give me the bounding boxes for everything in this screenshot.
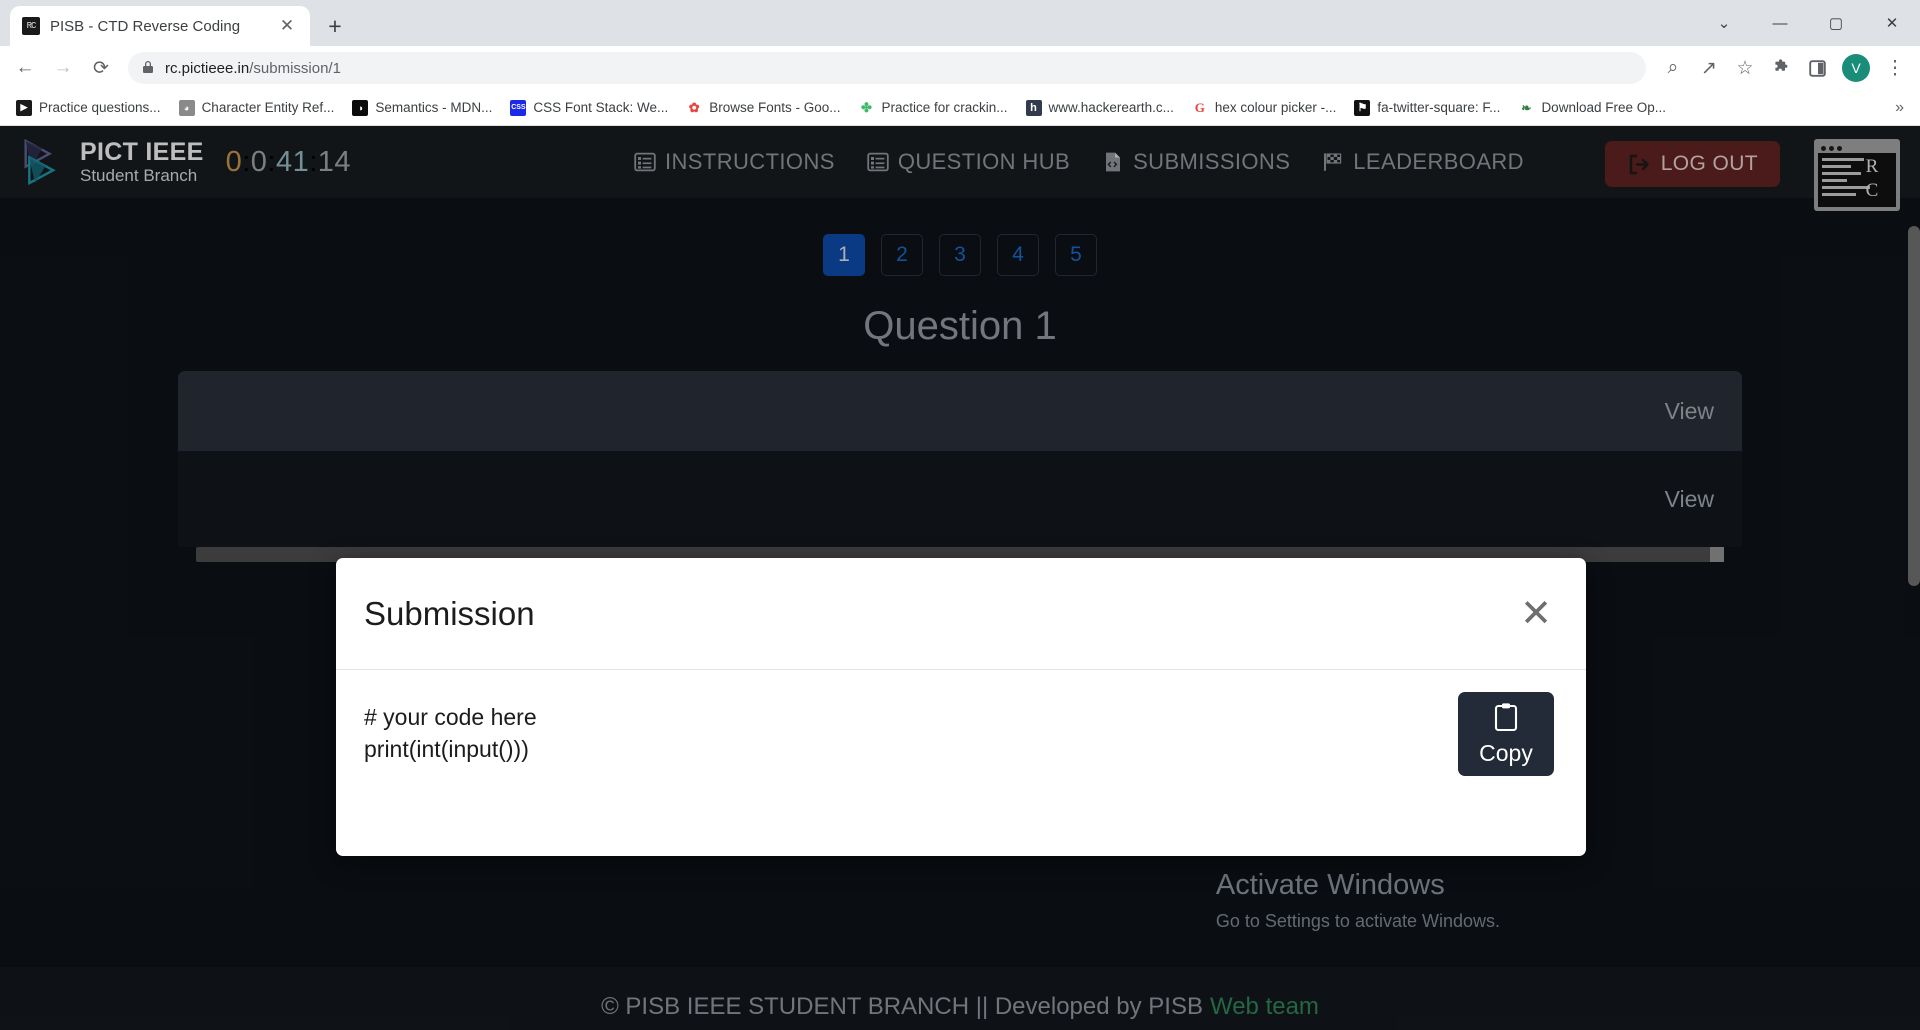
bookmark-label: www.hackerearth.c... bbox=[1048, 100, 1174, 115]
flag-icon: ⚑ bbox=[1354, 99, 1371, 116]
bookmark-item[interactable]: ▶ Practice questions... bbox=[8, 96, 169, 120]
bookmark-item[interactable]: ✿ Browse Fonts - Goo... bbox=[678, 96, 848, 120]
google-fonts-icon: ✿ bbox=[686, 99, 703, 116]
new-tab-icon[interactable]: + bbox=[318, 9, 352, 43]
address-bar[interactable]: rc.pictieee.in/submission/1 bbox=[128, 52, 1646, 84]
google-icon: G bbox=[1191, 99, 1208, 116]
bookmark-item[interactable]: ◕ Character Entity Ref... bbox=[171, 96, 343, 120]
bookmark-label: Download Free Op... bbox=[1541, 100, 1666, 115]
submission-modal: Submission ✕ # your code here print(int(… bbox=[336, 558, 1586, 856]
bookmark-item[interactable]: ❧ Download Free Op... bbox=[1510, 96, 1674, 120]
minimize-window-icon[interactable]: — bbox=[1752, 0, 1808, 46]
bookmark-label: fa-twitter-square: F... bbox=[1377, 100, 1501, 115]
copy-label: Copy bbox=[1479, 739, 1533, 766]
url-host: rc.pictieee.in bbox=[165, 59, 250, 77]
globe-icon: ◕ bbox=[178, 99, 195, 116]
bookmark-item[interactable]: CSS CSS Font Stack: We... bbox=[502, 96, 676, 120]
bookmark-label: Practice questions... bbox=[39, 100, 161, 115]
bookmarks-bar: ▶ Practice questions... ◕ Character Enti… bbox=[0, 90, 1920, 126]
side-panel-icon[interactable] bbox=[1800, 51, 1834, 85]
bookmark-item[interactable]: G hex colour picker -... bbox=[1184, 96, 1345, 120]
tab-strip: RC PISB - CTD Reverse Coding ✕ + ⌄ — ▢ ✕ bbox=[0, 0, 1920, 46]
bookmark-label: CSS Font Stack: We... bbox=[533, 100, 669, 115]
modal-header: Submission ✕ bbox=[336, 558, 1586, 670]
bookmark-label: Character Entity Ref... bbox=[201, 100, 335, 115]
zoom-icon[interactable]: ⌕ bbox=[1656, 51, 1690, 85]
copy-button[interactable]: Copy bbox=[1458, 692, 1554, 776]
close-window-icon[interactable]: ✕ bbox=[1864, 0, 1920, 46]
lock-icon bbox=[142, 60, 154, 77]
app-page: PICT IEEE Student Branch 0:0:41:14 INSTR… bbox=[0, 126, 1920, 1030]
back-icon[interactable]: ← bbox=[8, 51, 42, 85]
bookmark-label: hex colour picker -... bbox=[1214, 100, 1337, 115]
forward-icon[interactable]: → bbox=[46, 51, 80, 85]
bookmark-item[interactable]: ✤ Practice for crackin... bbox=[851, 96, 1016, 120]
window-controls: ⌄ — ▢ ✕ bbox=[1696, 0, 1920, 46]
bookmark-item[interactable]: h www.hackerearth.c... bbox=[1018, 96, 1182, 120]
css-icon: CSS bbox=[510, 99, 527, 116]
modal-body: # your code here print(int(input())) Cop… bbox=[336, 670, 1586, 856]
clipboard-icon bbox=[1494, 702, 1518, 731]
maximize-window-icon[interactable]: ▢ bbox=[1808, 0, 1864, 46]
toolbar-actions: ⌕ ↗ ☆ V ⋮ bbox=[1656, 51, 1912, 85]
mdn-icon: ◑ bbox=[352, 99, 369, 116]
bookmark-label: Practice for crackin... bbox=[881, 100, 1008, 115]
url-text: rc.pictieee.in/submission/1 bbox=[165, 60, 341, 77]
chevron-down-icon[interactable]: ⌄ bbox=[1696, 0, 1752, 46]
reload-icon[interactable]: ⟳ bbox=[84, 51, 118, 85]
close-tab-icon[interactable]: ✕ bbox=[276, 15, 298, 37]
bookmarks-overflow-icon[interactable]: » bbox=[1887, 95, 1912, 121]
submission-code: # your code here print(int(input())) bbox=[364, 704, 537, 762]
profile-avatar[interactable]: V bbox=[1842, 54, 1870, 82]
play-icon: ▶ bbox=[16, 99, 32, 116]
hackerearth-icon: h bbox=[1025, 99, 1042, 116]
bookmark-star-icon[interactable]: ☆ bbox=[1728, 51, 1762, 85]
close-icon[interactable]: ✕ bbox=[1514, 591, 1558, 637]
clover-icon: ✤ bbox=[858, 99, 875, 116]
bookmark-label: Browse Fonts - Goo... bbox=[709, 100, 841, 115]
extensions-puzzle-icon[interactable] bbox=[1764, 51, 1798, 85]
modal-title: Submission bbox=[364, 594, 535, 632]
browser-toolbar: ← → ⟳ rc.pictieee.in/submission/1 ⌕ ↗ ☆ bbox=[0, 46, 1920, 90]
share-icon[interactable]: ↗ bbox=[1692, 51, 1726, 85]
browser-menu-icon[interactable]: ⋮ bbox=[1878, 51, 1912, 85]
url-path: /submission/1 bbox=[249, 59, 341, 77]
leaf-icon: ❧ bbox=[1518, 99, 1535, 116]
browser-chrome: RC PISB - CTD Reverse Coding ✕ + ⌄ — ▢ ✕… bbox=[0, 0, 1920, 126]
browser-tab[interactable]: RC PISB - CTD Reverse Coding ✕ bbox=[10, 6, 310, 46]
bookmark-item[interactable]: ◑ Semantics - MDN... bbox=[344, 96, 500, 120]
bookmark-item[interactable]: ⚑ fa-twitter-square: F... bbox=[1346, 96, 1508, 120]
bookmark-label: Semantics - MDN... bbox=[375, 100, 493, 115]
tab-favicon-icon: RC bbox=[22, 17, 40, 35]
favicon-text: RC bbox=[26, 20, 37, 31]
tab-title: PISB - CTD Reverse Coding bbox=[50, 17, 241, 35]
